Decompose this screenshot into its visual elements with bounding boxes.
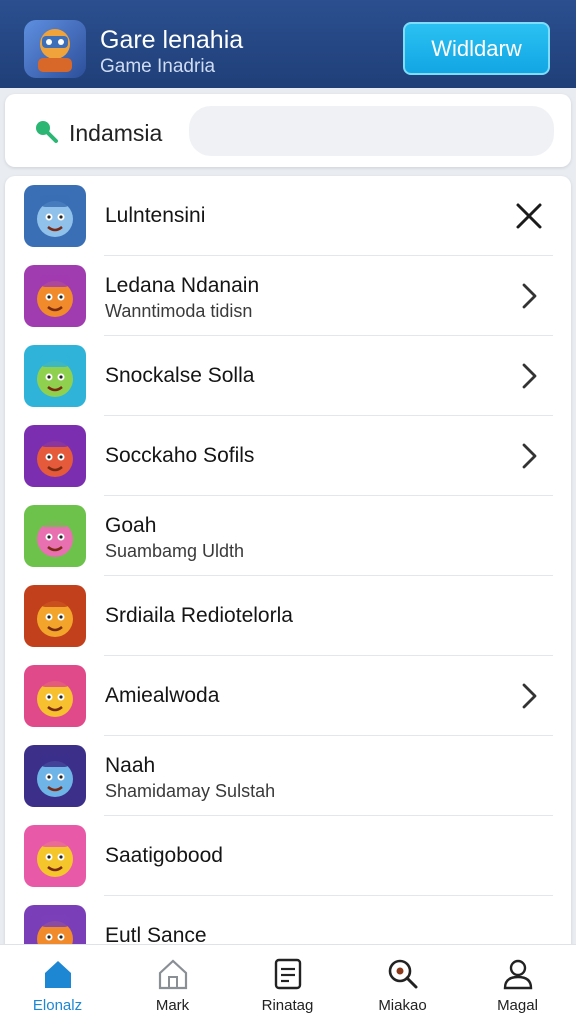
nav-item-miakao[interactable]: Miakao bbox=[345, 945, 460, 1025]
list-item-title: Naah bbox=[105, 754, 156, 777]
bottom-navigation: Elonalz Mark Rinatag Miakao Magal bbox=[0, 944, 576, 1025]
list-item[interactable]: Amiealwoda bbox=[5, 656, 571, 736]
list-item-title: Saatigobood bbox=[105, 844, 223, 867]
game-icon bbox=[24, 585, 86, 647]
chevron-right-icon[interactable] bbox=[513, 360, 545, 392]
game-icon bbox=[24, 665, 86, 727]
list-item-subtitle: Wanntimoda tidisn bbox=[105, 301, 253, 321]
app-logo bbox=[24, 20, 86, 78]
nav-item-mark[interactable]: Mark bbox=[115, 945, 230, 1025]
search-bar: Indamsia bbox=[5, 94, 571, 167]
list-item[interactable]: Naah Shamidamay Sulstah bbox=[5, 736, 571, 816]
nav-item-label: Elonalz bbox=[32, 997, 83, 1014]
game-icon bbox=[24, 425, 86, 487]
nav-item-label: Mark bbox=[155, 997, 190, 1014]
game-icon bbox=[24, 745, 86, 807]
game-icon bbox=[24, 505, 86, 567]
nav-item-elonalz[interactable]: Elonalz bbox=[0, 945, 115, 1025]
search-icon bbox=[388, 959, 418, 989]
list-item-title: Lulntensini bbox=[105, 204, 206, 227]
nav-item-label: Magal bbox=[497, 997, 538, 1014]
chevron-right-icon[interactable] bbox=[513, 680, 545, 712]
nav-item-label: Rinatag bbox=[261, 997, 314, 1014]
list-item-title: Srdiaila Rediotelorla bbox=[105, 604, 293, 627]
list-item-subtitle: Suambamg Uldth bbox=[105, 541, 245, 561]
game-icon bbox=[24, 825, 86, 887]
list-item[interactable]: Goah Suambamg Uldth bbox=[5, 496, 571, 576]
profile-icon bbox=[503, 959, 533, 990]
list-item[interactable]: Snockalse Solla bbox=[5, 336, 571, 416]
close-icon[interactable] bbox=[513, 200, 545, 232]
document-icon bbox=[274, 958, 302, 990]
home-icon bbox=[45, 961, 71, 988]
list-item-title: Amiealwoda bbox=[105, 684, 220, 707]
search-label: Indamsia bbox=[69, 120, 163, 146]
list-item[interactable]: Socckaho Sofils bbox=[5, 416, 571, 496]
house-outline-icon bbox=[158, 959, 188, 990]
list-item-title: Snockalse Solla bbox=[105, 364, 255, 387]
app-title: Gare lenahia bbox=[100, 26, 244, 54]
app-subtitle: Game Inadria bbox=[100, 56, 216, 77]
nav-item-label: Miakao bbox=[378, 997, 427, 1014]
nav-item-rinatag[interactable]: Rinatag bbox=[230, 945, 345, 1025]
game-icon bbox=[24, 345, 86, 407]
list-item[interactable]: Srdiaila Rediotelorla bbox=[5, 576, 571, 656]
search-icon bbox=[36, 121, 58, 143]
list-item-subtitle: Shamidamay Sulstah bbox=[105, 781, 276, 801]
header-action-button[interactable]: Widldarw bbox=[403, 22, 550, 75]
list-item-title: Socckaho Sofils bbox=[105, 444, 255, 467]
list-item-title: Ledana Ndanain bbox=[105, 274, 260, 297]
list-item-title: Goah bbox=[105, 514, 157, 537]
list-item[interactable]: Ledana Ndanain Wanntimoda tidisn bbox=[5, 256, 571, 336]
search-input[interactable] bbox=[189, 106, 554, 156]
game-icon bbox=[24, 265, 86, 327]
list-item[interactable]: Lulntensini bbox=[5, 176, 571, 256]
game-list: Lulntensini Ledana Ndanain Wanntimoda tidi… bbox=[5, 176, 571, 956]
list-item[interactable]: Saatigobood bbox=[5, 816, 571, 896]
chevron-right-icon[interactable] bbox=[513, 440, 545, 472]
app-header: Gare lenahia Game Inadria Widldarw bbox=[0, 0, 576, 88]
chevron-right-icon[interactable] bbox=[513, 280, 545, 312]
game-icon bbox=[24, 185, 86, 247]
nav-item-magal[interactable]: Magal bbox=[460, 945, 575, 1025]
